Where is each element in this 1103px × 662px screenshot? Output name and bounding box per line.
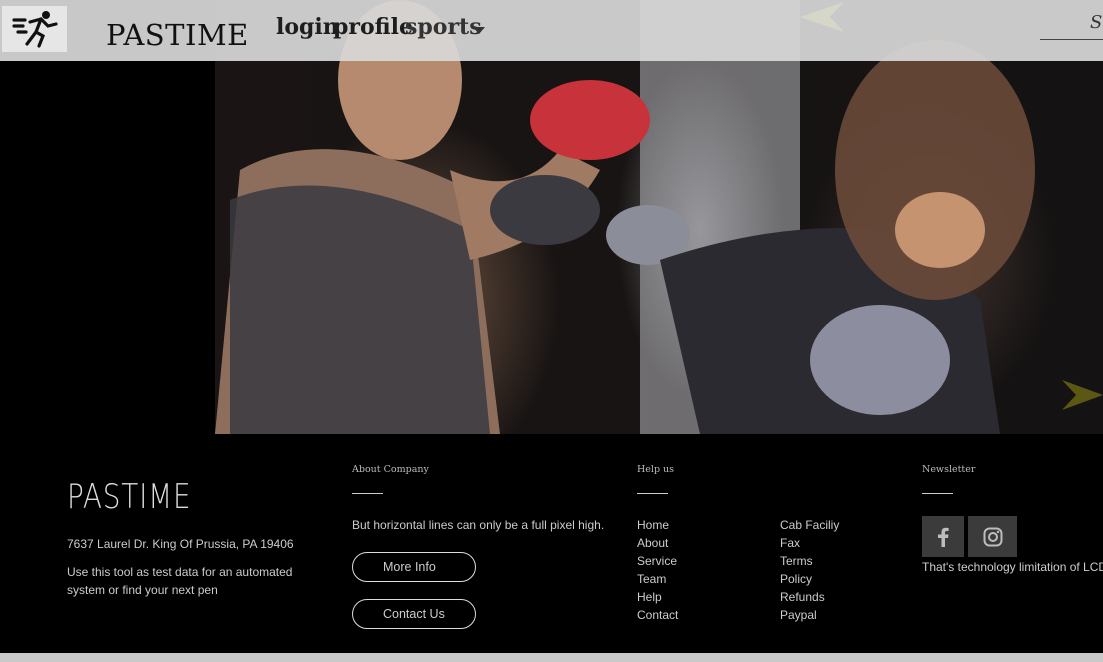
runner-logo-icon[interactable]: [2, 6, 67, 52]
hero-carousel: [0, 0, 1103, 434]
footer-link-refunds[interactable]: Refunds: [780, 590, 825, 604]
brand-name[interactable]: PASTIME: [106, 18, 249, 52]
chevron-down-icon[interactable]: [473, 27, 485, 34]
newsletter-text: That's technology limitation of LCD moni…: [922, 560, 1103, 574]
search-input[interactable]: [1040, 6, 1103, 40]
nav-login[interactable]: login: [276, 14, 339, 40]
footer-link-home[interactable]: Home: [637, 518, 669, 532]
about-divider: [352, 493, 383, 494]
nav-sports-dropdown[interactable]: sports: [405, 14, 482, 40]
navbar: PASTIME login profile sports: [0, 0, 1103, 61]
contact-us-button[interactable]: Contact Us: [352, 599, 476, 629]
footer-link-contact[interactable]: Contact: [637, 608, 678, 622]
footer-link-terms[interactable]: Terms: [780, 554, 813, 568]
nav-profile[interactable]: profile: [333, 14, 413, 40]
instagram-icon[interactable]: [968, 516, 1017, 557]
bottom-bar: [0, 653, 1103, 662]
footer-link-cab-facility[interactable]: Cab Faciliy: [780, 518, 839, 532]
facebook-icon[interactable]: [922, 516, 964, 557]
footer-address: 7637 Laurel Dr. King Of Prussia, PA 1940…: [67, 537, 294, 551]
about-heading: About Company: [352, 464, 429, 475]
footer-link-help[interactable]: Help: [637, 590, 662, 604]
footer-description: Use this tool as test data for an automa…: [67, 565, 293, 597]
footer-link-policy[interactable]: Policy: [780, 572, 812, 586]
footer-link-team[interactable]: Team: [637, 572, 666, 586]
more-info-button[interactable]: More Info: [352, 552, 476, 582]
footer-link-service[interactable]: Service: [637, 554, 677, 568]
footer-link-paypal[interactable]: Paypal: [780, 608, 817, 622]
help-divider: [637, 493, 668, 494]
about-text: But horizontal lines can only be a full …: [352, 518, 605, 532]
footer-logo: PASTIME: [67, 477, 192, 517]
help-heading: Help us: [637, 464, 675, 475]
newsletter-divider: [922, 493, 953, 494]
newsletter-heading: Newsletter: [922, 464, 976, 475]
footer-link-fax[interactable]: Fax: [780, 536, 800, 550]
hero-image: [215, 0, 1035, 434]
footer: PASTIME 7637 Laurel Dr. King Of Prussia,…: [0, 434, 1103, 653]
carousel-next-icon[interactable]: [1062, 378, 1103, 412]
footer-link-about[interactable]: About: [637, 536, 668, 550]
